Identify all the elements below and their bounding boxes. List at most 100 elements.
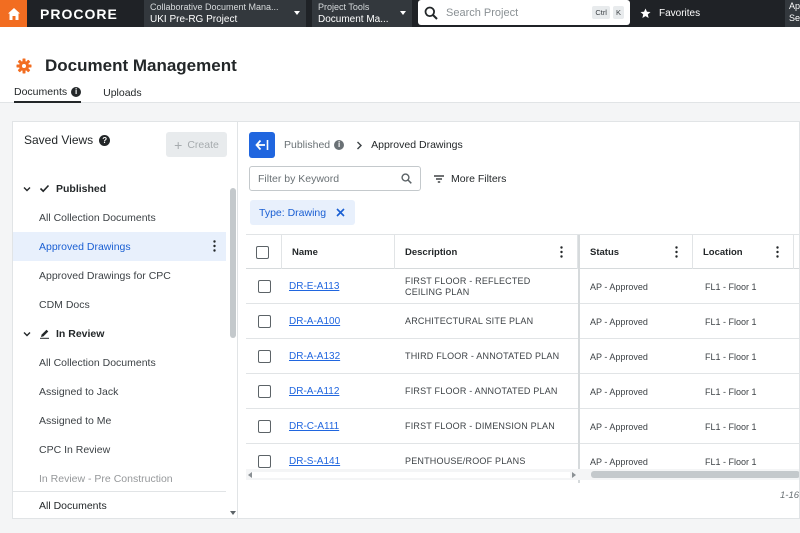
shortcut-key-k: K bbox=[612, 6, 624, 19]
apps-menu-stub[interactable]: Ap Se bbox=[785, 0, 800, 27]
kebab-menu-icon[interactable] bbox=[776, 246, 779, 258]
saved-view-item[interactable]: CDM Docs bbox=[13, 290, 226, 319]
table-row[interactable]: DR-A-A112 FIRST FLOOR - ANNOTATED PLAN A… bbox=[246, 374, 799, 409]
saved-view-item[interactable]: Assigned to Me bbox=[13, 406, 226, 435]
collapse-sidebar-button[interactable] bbox=[249, 132, 275, 158]
shortcut-key-ctrl: Ctrl bbox=[592, 6, 610, 19]
saved-view-item[interactable]: Approved Drawings for CPC bbox=[13, 261, 226, 290]
favorites-button[interactable]: Favorites bbox=[640, 0, 700, 27]
row-checkbox[interactable] bbox=[258, 315, 271, 328]
help-icon[interactable]: ? bbox=[99, 134, 111, 146]
picker-label: Collaborative Document Mana... bbox=[150, 1, 279, 12]
document-name-link[interactable]: DR-A-A112 bbox=[289, 386, 339, 397]
description-cell: FIRST FLOOR - DIMENSION PLAN bbox=[405, 409, 570, 444]
column-header-name[interactable]: Name bbox=[282, 235, 395, 269]
caret-down-icon bbox=[400, 11, 406, 15]
group-in-review[interactable]: In Review bbox=[13, 319, 226, 348]
saved-views-title: Saved Views bbox=[24, 133, 94, 147]
sidebar-scrollbar[interactable] bbox=[228, 174, 237, 518]
group-label: Published bbox=[56, 182, 107, 195]
table-row[interactable]: DR-E-A113 FIRST FLOOR - REFLECTED CEILIN… bbox=[246, 269, 799, 304]
row-checkbox[interactable] bbox=[258, 350, 271, 363]
top-navigation-bar: PROCORE Collaborative Document Mana... U… bbox=[0, 0, 800, 27]
kebab-menu-icon[interactable] bbox=[560, 246, 563, 258]
scrollbar-thumb[interactable] bbox=[230, 188, 236, 338]
picker-value: Document Ma... bbox=[318, 13, 389, 25]
location-text: FL1 - Floor 1 bbox=[705, 386, 757, 397]
document-name-link[interactable]: DR-S-A141 bbox=[289, 456, 340, 467]
column-header-location[interactable]: Location bbox=[693, 235, 794, 269]
row-checkbox[interactable] bbox=[258, 280, 271, 293]
saved-view-item[interactable]: CPC In Review bbox=[13, 435, 226, 464]
status-text: AP - Approved bbox=[590, 386, 648, 397]
column-header-status[interactable]: Status bbox=[580, 235, 693, 269]
table-row[interactable]: DR-A-A132 THIRD FLOOR - ANNOTATED PLAN A… bbox=[246, 339, 799, 374]
description-text: ARCHITECTURAL SITE PLAN bbox=[405, 316, 534, 326]
status-cell: AP - Approved bbox=[590, 409, 648, 444]
project-tools-picker[interactable]: Project Tools Document Ma... bbox=[312, 0, 412, 27]
pinned-column-divider[interactable] bbox=[578, 235, 580, 483]
project-search[interactable]: Search Project Ctrl K bbox=[418, 0, 630, 25]
saved-view-label: All Collection Documents bbox=[39, 356, 156, 369]
saved-view-item[interactable]: Assigned to Jack bbox=[13, 377, 226, 406]
saved-view-label: CDM Docs bbox=[39, 298, 90, 311]
description-cell: FIRST FLOOR - REFLECTED CEILING PLAN bbox=[405, 269, 570, 304]
document-name-link[interactable]: DR-E-A113 bbox=[289, 281, 339, 292]
info-icon[interactable]: i bbox=[334, 140, 345, 150]
close-icon[interactable] bbox=[336, 208, 345, 217]
description-text: FIRST FLOOR - ANNOTATED PLAN bbox=[405, 386, 558, 396]
arrow-left-collapse-icon bbox=[255, 139, 269, 151]
saved-view-all-documents[interactable]: All Documents bbox=[13, 491, 226, 518]
procore-logo[interactable]: PROCORE bbox=[40, 6, 143, 22]
company-project-picker[interactable]: Collaborative Document Mana... UKI Pre-R… bbox=[144, 0, 306, 27]
scroll-down-arrow[interactable] bbox=[230, 511, 236, 515]
chevron-down-icon bbox=[23, 186, 31, 191]
column-header-description[interactable]: Description bbox=[395, 235, 578, 269]
breadcrumb-parent[interactable]: Published bbox=[284, 139, 330, 151]
star-icon bbox=[640, 8, 651, 18]
chevron-down-icon bbox=[23, 331, 31, 336]
table-row[interactable]: DR-A-A100 ARCHITECTURAL SITE PLAN AP - A… bbox=[246, 304, 799, 339]
row-checkbox[interactable] bbox=[258, 420, 271, 433]
tab-documents[interactable]: Documents i bbox=[14, 86, 82, 103]
document-name-link[interactable]: DR-C-A111 bbox=[289, 421, 339, 432]
saved-view-label: In Review - Pre Construction bbox=[39, 472, 173, 485]
info-icon[interactable]: i bbox=[71, 87, 82, 97]
more-filters-button[interactable]: More Filters bbox=[434, 173, 506, 185]
filter-placeholder: Filter by Keyword bbox=[258, 172, 340, 185]
saved-view-item-selected[interactable]: Approved Drawings bbox=[13, 232, 226, 261]
saved-view-item[interactable]: All Collection Documents bbox=[13, 348, 226, 377]
row-checkbox[interactable] bbox=[258, 385, 271, 398]
saved-views-sidebar: Saved Views ? + Create Published All Col… bbox=[12, 121, 238, 519]
search-input[interactable]: Search Project bbox=[446, 7, 589, 19]
row-checkbox[interactable] bbox=[258, 455, 271, 468]
saved-view-item[interactable]: All Collection Documents bbox=[13, 203, 226, 232]
description-text: PENTHOUSE/ROOF PLANS bbox=[405, 456, 526, 466]
select-all-checkbox[interactable] bbox=[256, 245, 269, 259]
table-row[interactable]: DR-C-A111 FIRST FLOOR - DIMENSION PLAN A… bbox=[246, 409, 799, 444]
checkmark-icon bbox=[39, 184, 50, 193]
status-text: AP - Approved bbox=[590, 456, 648, 467]
kebab-menu-icon[interactable] bbox=[675, 246, 678, 258]
group-published[interactable]: Published bbox=[13, 174, 226, 203]
gear-icon bbox=[16, 58, 32, 74]
pinned-scroll-track[interactable] bbox=[252, 472, 570, 478]
saved-view-item[interactable]: In Review - Pre Construction bbox=[13, 464, 226, 493]
create-view-button[interactable]: + Create bbox=[166, 132, 227, 157]
kebab-menu-icon[interactable] bbox=[213, 240, 216, 252]
picker-label: Project Tools bbox=[318, 1, 370, 12]
scrollbar-thumb[interactable] bbox=[591, 471, 799, 478]
document-name-link[interactable]: DR-A-A132 bbox=[289, 351, 340, 362]
scroll-right-arrow[interactable] bbox=[572, 472, 576, 478]
tab-label: Uploads bbox=[103, 87, 142, 99]
document-name-link[interactable]: DR-A-A100 bbox=[289, 316, 340, 327]
table-horizontal-scrollbar[interactable] bbox=[246, 469, 799, 480]
caret-down-icon bbox=[294, 11, 300, 15]
home-button[interactable] bbox=[0, 0, 27, 27]
saved-view-label: All Documents bbox=[39, 499, 107, 512]
keyword-filter-input[interactable]: Filter by Keyword bbox=[249, 166, 421, 191]
status-cell: AP - Approved bbox=[590, 304, 648, 339]
tab-uploads[interactable]: Uploads bbox=[103, 86, 142, 103]
pagination-count: 1-16 bbox=[780, 490, 800, 501]
search-icon bbox=[424, 6, 438, 20]
